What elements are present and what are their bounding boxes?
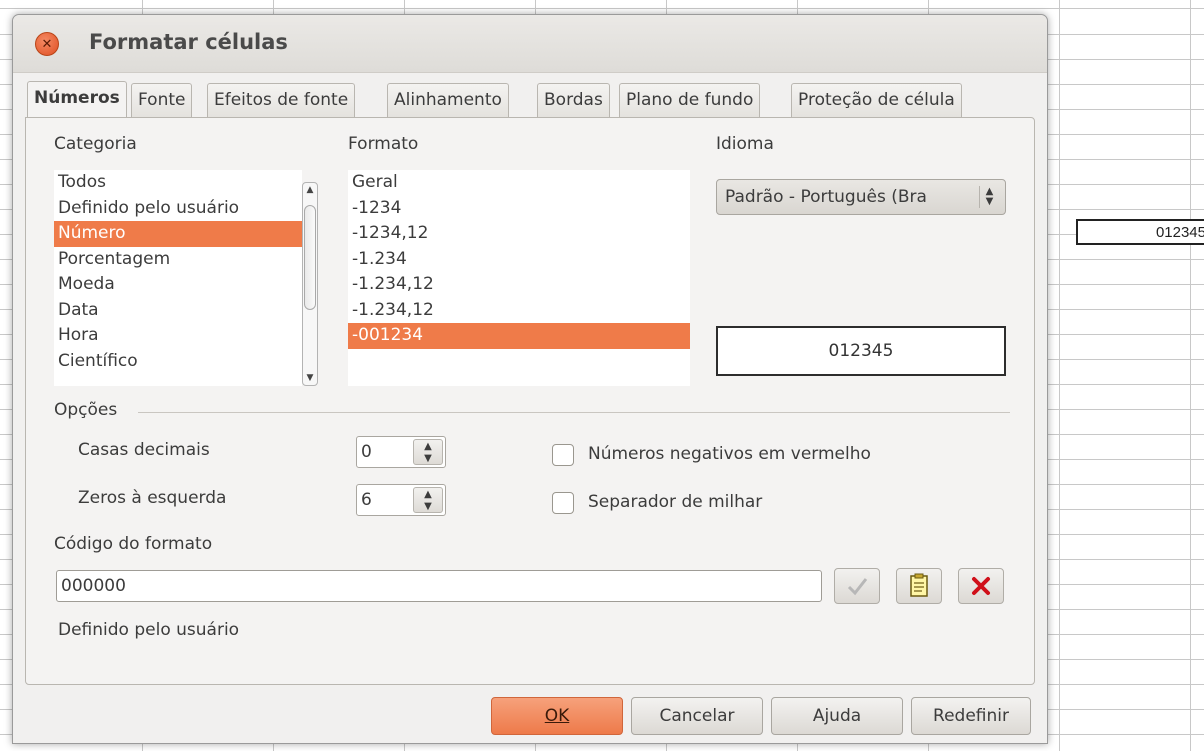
- dialog-title: Formatar células: [89, 30, 288, 54]
- format-list[interactable]: Geral -1234 -1234,12 -1.234 -1.234,12 -1…: [348, 170, 690, 386]
- help-label: Ajuda: [812, 706, 862, 726]
- format-code-label: Código do formato: [54, 534, 213, 554]
- decimals-value: 0: [361, 442, 372, 462]
- tab-bordas[interactable]: Bordas: [537, 83, 610, 117]
- category-scrollbar[interactable]: ▲ ▼: [302, 182, 318, 386]
- scrollbar-thumb[interactable]: [304, 205, 316, 310]
- delete-icon: [972, 577, 990, 595]
- cancel-label: Cancelar: [659, 706, 735, 726]
- close-icon[interactable]: ✕: [35, 32, 59, 56]
- format-cells-dialog: ✕ Formatar células Números Fonte Efeitos…: [12, 14, 1048, 744]
- language-value: Padrão - Português (Bra: [725, 187, 927, 207]
- category-item-porcentagem[interactable]: Porcentagem: [54, 247, 302, 273]
- scroll-down-icon[interactable]: ▼: [303, 373, 317, 383]
- scroll-up-icon[interactable]: ▲: [303, 185, 317, 195]
- tab-plano-de-fundo[interactable]: Plano de fundo: [619, 83, 761, 117]
- format-code-description: Definido pelo usuário: [58, 620, 240, 640]
- format-item[interactable]: -1234,12: [348, 221, 690, 247]
- category-item-numero[interactable]: Número: [54, 221, 302, 247]
- options-label: Opções: [54, 400, 118, 420]
- format-item[interactable]: -1.234: [348, 247, 690, 273]
- format-code-input[interactable]: 000000: [56, 570, 822, 602]
- category-item-todos[interactable]: Todos: [54, 170, 302, 196]
- format-item[interactable]: -1.234,12: [348, 298, 690, 324]
- cancel-button[interactable]: Cancelar: [631, 697, 763, 735]
- reset-button[interactable]: Redefinir: [911, 697, 1031, 735]
- tab-protecao-de-celula[interactable]: Proteção de célula: [791, 83, 962, 117]
- check-icon: [847, 578, 868, 596]
- thousands-separator-label[interactable]: Separador de milhar: [588, 492, 762, 512]
- format-item[interactable]: Geral: [348, 170, 690, 196]
- category-item-cientifico[interactable]: Científico: [54, 349, 302, 375]
- delete-code-button[interactable]: [958, 568, 1004, 604]
- spin-updown-icon[interactable]: ▲ ▼: [413, 487, 443, 513]
- leading-zeros-label: Zeros à esquerda: [78, 488, 227, 508]
- dialog-titlebar: ✕ Formatar células: [13, 15, 1047, 73]
- decimals-spinbox[interactable]: 0 ▲ ▼: [356, 436, 446, 468]
- tab-fonte[interactable]: Fonte: [131, 83, 193, 117]
- options-divider: [138, 412, 1010, 413]
- spreadsheet-active-cell[interactable]: 012345: [1076, 219, 1204, 245]
- accept-code-button[interactable]: [834, 568, 880, 604]
- category-label: Categoria: [54, 134, 137, 154]
- category-list[interactable]: Todos Definido pelo usuário Número Porce…: [54, 170, 302, 386]
- format-item[interactable]: -1234: [348, 196, 690, 222]
- format-item[interactable]: -1.234,12: [348, 272, 690, 298]
- ok-label: OK: [544, 706, 570, 726]
- tab-numeros[interactable]: Números: [27, 81, 127, 117]
- format-item-selected[interactable]: -001234: [348, 323, 690, 349]
- language-select[interactable]: Padrão - Português (Bra ▲ ▼: [716, 179, 1006, 215]
- numbers-panel: Categoria Todos Definido pelo usuário Nú…: [25, 117, 1035, 685]
- thousands-separator-checkbox[interactable]: [552, 492, 574, 514]
- spin-updown-icon[interactable]: ▲ ▼: [413, 439, 443, 465]
- decimals-label: Casas decimais: [78, 440, 210, 460]
- format-preview: 012345: [716, 326, 1006, 376]
- leading-zeros-value: 6: [361, 490, 372, 510]
- reset-label: Redefinir: [933, 706, 1009, 726]
- category-item-data[interactable]: Data: [54, 298, 302, 324]
- format-label: Formato: [348, 134, 419, 154]
- tab-alinhamento[interactable]: Alinhamento: [387, 83, 509, 117]
- category-item-hora[interactable]: Hora: [54, 323, 302, 349]
- help-button[interactable]: Ajuda: [771, 697, 903, 735]
- language-label: Idioma: [716, 134, 774, 154]
- updown-icon: ▲ ▼: [979, 186, 999, 208]
- leading-zeros-spinbox[interactable]: 6 ▲ ▼: [356, 484, 446, 516]
- category-item-moeda[interactable]: Moeda: [54, 272, 302, 298]
- negative-red-label[interactable]: Números negativos em vermelho: [588, 444, 871, 464]
- negative-red-checkbox[interactable]: [552, 444, 574, 466]
- tab-efeitos-de-fonte[interactable]: Efeitos de fonte: [207, 83, 356, 117]
- ok-button[interactable]: OK: [491, 697, 623, 735]
- category-item-definido[interactable]: Definido pelo usuário: [54, 196, 302, 222]
- comment-icon: [910, 573, 928, 597]
- comment-button[interactable]: [896, 568, 942, 604]
